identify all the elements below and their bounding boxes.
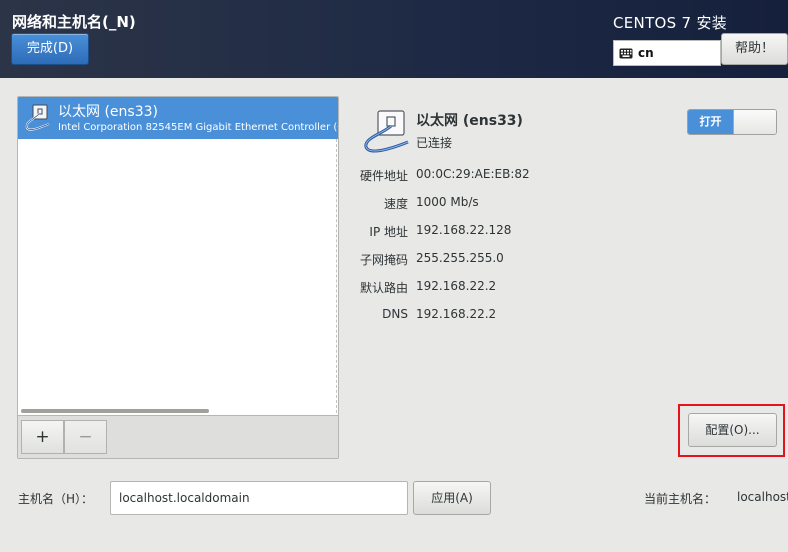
current-hostname-value: localhost xyxy=(737,490,788,504)
network-wired-icon xyxy=(360,108,412,160)
help-button[interactable]: 帮助！ xyxy=(721,33,788,65)
network-wired-icon xyxy=(23,102,53,138)
device-list-item-ens33[interactable]: 以太网 (ens33) Intel Corporation 82545EM Gi… xyxy=(18,97,338,139)
horizontal-scrollbar[interactable] xyxy=(21,409,209,413)
device-toggle-switch[interactable]: 打开 xyxy=(687,109,777,135)
detail-row-hardware-address: 硬件地址 00:0C:29:AE:EB:82 xyxy=(330,167,590,187)
network-device-list: 以太网 (ens33) Intel Corporation 82545EM Gi… xyxy=(17,96,339,459)
detail-label: 速度 xyxy=(383,197,408,211)
detail-value: 192.168.22.2 xyxy=(416,307,497,321)
detail-row-default-route: 默认路由 192.168.22.2 xyxy=(330,279,590,299)
detail-label: 默认路由 xyxy=(359,281,408,295)
device-list-item-description: Intel Corporation 82545EM Gigabit Ethern… xyxy=(58,122,338,133)
keyboard-icon xyxy=(619,48,633,58)
toggle-knob xyxy=(733,110,776,134)
page-title: 网络和主机名(_N) xyxy=(12,13,136,31)
configure-button[interactable]: 配置(O)... xyxy=(688,413,777,447)
detail-label: IP 地址 xyxy=(369,225,408,239)
header-bar: 网络和主机名(_N) 完成(D) CENTOS 7 安装 cn 帮助！ xyxy=(0,0,788,78)
apply-hostname-button[interactable]: 应用(A) xyxy=(413,481,491,515)
device-list-item-name: 以太网 (ens33) xyxy=(58,104,158,120)
installer-title: CENTOS 7 安装 xyxy=(613,14,728,32)
detail-label: 硬件地址 xyxy=(359,169,408,183)
detail-row-dns: DNS 192.168.22.2 xyxy=(330,307,590,327)
remove-device-button[interactable]: − xyxy=(64,420,107,454)
detail-label: 子网掩码 xyxy=(359,253,408,267)
detail-value: 00:0C:29:AE:EB:82 xyxy=(416,167,530,181)
done-button[interactable]: 完成(D) xyxy=(11,33,89,65)
detail-row-speed: 速度 1000 Mb/s xyxy=(330,195,590,215)
detail-label: DNS xyxy=(382,307,408,321)
device-title: 以太网 (ens33) xyxy=(416,113,523,129)
device-list-toolbar: + − xyxy=(18,415,338,458)
device-status: 已连接 xyxy=(416,136,453,150)
toggle-on-label: 打开 xyxy=(688,110,733,134)
detail-row-ip-address: IP 地址 192.168.22.128 xyxy=(330,223,590,243)
detail-value: 192.168.22.2 xyxy=(416,279,497,293)
keyboard-layout-indicator[interactable]: cn xyxy=(613,40,721,66)
hostname-label: 主机名（H）： xyxy=(18,492,94,506)
keyboard-layout-label: cn xyxy=(638,46,654,60)
hostname-input[interactable] xyxy=(110,481,408,515)
detail-value: 255.255.255.0 xyxy=(416,251,504,265)
detail-value: 1000 Mb/s xyxy=(416,195,479,209)
detail-row-subnet-mask: 子网掩码 255.255.255.0 xyxy=(330,251,590,271)
add-device-button[interactable]: + xyxy=(21,420,64,454)
detail-value: 192.168.22.128 xyxy=(416,223,512,237)
current-hostname-label: 当前主机名： xyxy=(644,492,717,506)
